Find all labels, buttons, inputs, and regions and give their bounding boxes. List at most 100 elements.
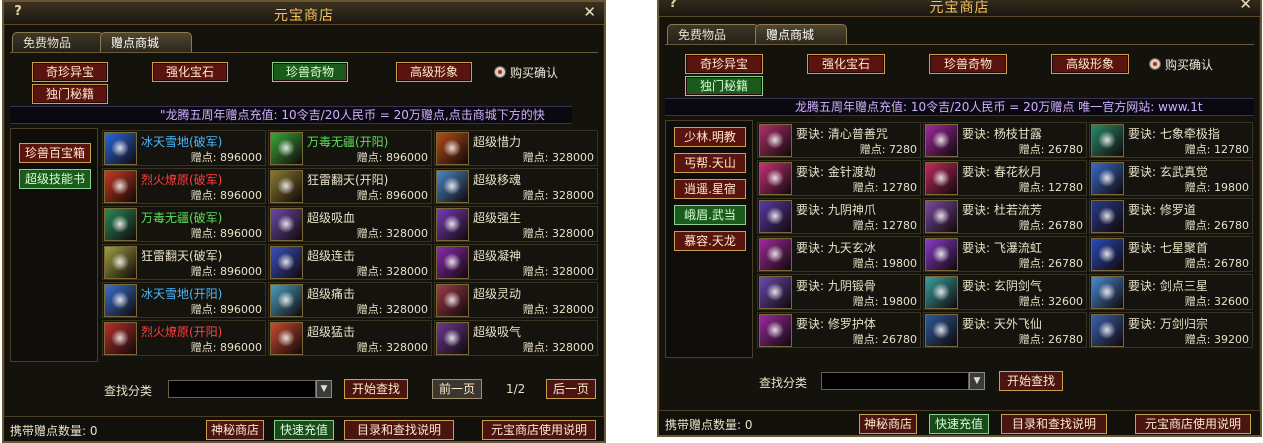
item-cell[interactable]: 要诀: 九天玄冰 赠点: 19800 xyxy=(757,236,921,272)
item-icon[interactable] xyxy=(436,322,469,355)
item-icon[interactable] xyxy=(759,124,792,157)
item-cell[interactable]: 超级惜力 赠点: 328000 xyxy=(434,130,598,166)
item-cell[interactable]: 万毒无疆(开阳) 赠点: 896000 xyxy=(268,130,432,166)
category-gems[interactable]: 强化宝石 xyxy=(152,62,228,82)
item-cell[interactable]: 要诀: 杜若流芳 赠点: 26780 xyxy=(923,198,1087,234)
chevron-down-icon[interactable]: ▼ xyxy=(969,372,985,390)
close-icon[interactable]: ✕ xyxy=(583,3,596,21)
item-cell[interactable]: 要诀: 九阴锻骨 赠点: 19800 xyxy=(757,274,921,310)
item-icon[interactable] xyxy=(270,246,303,279)
item-cell[interactable]: 冰天雪地(破军) 赠点: 896000 xyxy=(102,130,266,166)
item-icon[interactable] xyxy=(1091,200,1124,233)
item-cell[interactable]: 超级猛击 赠点: 328000 xyxy=(268,320,432,356)
category-secret-books[interactable]: 独门秘籍 xyxy=(32,84,108,104)
category-pets[interactable]: 珍兽奇物 xyxy=(929,54,1007,74)
item-cell[interactable]: 狂雷翻天(开阳) 赠点: 896000 xyxy=(268,168,432,204)
item-cell[interactable]: 超级连击 赠点: 328000 xyxy=(268,244,432,280)
tab-free-items[interactable]: 免费物品 xyxy=(12,32,104,53)
item-icon[interactable] xyxy=(925,276,958,309)
shop-instructions-button[interactable]: 元宝商店使用说明 xyxy=(1135,414,1251,434)
item-cell[interactable]: 烈火燎原(破军) 赠点: 896000 xyxy=(102,168,266,204)
category-pets[interactable]: 珍兽奇物 xyxy=(272,62,348,82)
item-icon[interactable] xyxy=(759,200,792,233)
item-cell[interactable]: 超级强生 赠点: 328000 xyxy=(434,206,598,242)
subcat-pet-treasure-box[interactable]: 珍兽百宝箱 xyxy=(19,143,91,163)
start-search-button[interactable]: 开始查找 xyxy=(999,371,1063,391)
item-icon[interactable] xyxy=(436,208,469,241)
item-icon[interactable] xyxy=(759,238,792,271)
subcat-xiaoyao-xingxiu[interactable]: 逍遥.星宿 xyxy=(674,179,746,199)
item-icon[interactable] xyxy=(436,132,469,165)
subcat-emei-wudang[interactable]: 峨眉.武当 xyxy=(674,205,746,225)
item-cell[interactable]: 要诀: 玄武真觉 赠点: 19800 xyxy=(1089,160,1253,196)
item-cell[interactable]: 万毒无疆(破军) 赠点: 896000 xyxy=(102,206,266,242)
title-bar[interactable]: ? 元宝商店 ✕ xyxy=(4,2,604,25)
purchase-confirm-radio[interactable] xyxy=(1149,58,1161,70)
item-icon[interactable] xyxy=(270,132,303,165)
item-icon[interactable] xyxy=(759,162,792,195)
item-cell[interactable]: 超级吸气 赠点: 328000 xyxy=(434,320,598,356)
item-icon[interactable] xyxy=(104,246,137,279)
item-icon[interactable] xyxy=(1091,162,1124,195)
item-icon[interactable] xyxy=(925,124,958,157)
item-cell[interactable]: 冰天雪地(开阳) 赠点: 896000 xyxy=(102,282,266,318)
item-cell[interactable]: 要诀: 清心普善咒 赠点: 7280 xyxy=(757,122,921,158)
category-secret-books[interactable]: 独门秘籍 xyxy=(685,76,763,96)
start-search-button[interactable]: 开始查找 xyxy=(344,379,408,399)
item-icon[interactable] xyxy=(436,170,469,203)
item-icon[interactable] xyxy=(270,284,303,317)
item-cell[interactable]: 要诀: 七象牵极指 赠点: 12780 xyxy=(1089,122,1253,158)
item-cell[interactable]: 要诀: 飞瀑流虹 赠点: 26780 xyxy=(923,236,1087,272)
item-cell[interactable]: 要诀: 金针渡劫 赠点: 12780 xyxy=(757,160,921,196)
item-cell[interactable]: 要诀: 天外飞仙 赠点: 26780 xyxy=(923,312,1087,348)
category-rare-treasure[interactable]: 奇珍异宝 xyxy=(32,62,108,82)
search-category-input[interactable] xyxy=(821,372,969,390)
item-icon[interactable] xyxy=(759,314,792,347)
item-cell[interactable]: 超级凝神 赠点: 328000 xyxy=(434,244,598,280)
item-cell[interactable]: 要诀: 万剑归宗 赠点: 39200 xyxy=(1089,312,1253,348)
item-cell[interactable]: 要诀: 春花秋月 赠点: 12780 xyxy=(923,160,1087,196)
item-icon[interactable] xyxy=(1091,124,1124,157)
item-icon[interactable] xyxy=(436,284,469,317)
shop-instructions-button[interactable]: 元宝商店使用说明 xyxy=(482,420,596,440)
close-icon[interactable]: ✕ xyxy=(1239,0,1252,13)
item-cell[interactable]: 要诀: 修罗护体 赠点: 26780 xyxy=(757,312,921,348)
item-cell[interactable]: 超级灵动 赠点: 328000 xyxy=(434,282,598,318)
item-icon[interactable] xyxy=(925,200,958,233)
subcat-shaolin-mingjiao[interactable]: 少林.明教 xyxy=(674,127,746,147)
item-icon[interactable] xyxy=(270,322,303,355)
item-icon[interactable] xyxy=(1091,314,1124,347)
subcat-gaibang-tianshan[interactable]: 丐帮.天山 xyxy=(674,153,746,173)
item-cell[interactable]: 超级吸血 赠点: 328000 xyxy=(268,206,432,242)
item-icon[interactable] xyxy=(104,170,137,203)
item-icon[interactable] xyxy=(925,162,958,195)
item-icon[interactable] xyxy=(759,276,792,309)
item-icon[interactable] xyxy=(104,132,137,165)
subcat-super-skill-books[interactable]: 超级技能书 xyxy=(19,169,91,189)
item-icon[interactable] xyxy=(104,284,137,317)
quick-recharge-button[interactable]: 快速充值 xyxy=(274,420,334,440)
item-icon[interactable] xyxy=(1091,276,1124,309)
item-icon[interactable] xyxy=(104,208,137,241)
chevron-down-icon[interactable]: ▼ xyxy=(316,380,332,398)
tab-points-mall[interactable]: 赠点商城 xyxy=(100,32,192,53)
item-cell[interactable]: 狂雷翻天(破军) 赠点: 896000 xyxy=(102,244,266,280)
item-cell[interactable]: 烈火燎原(开阳) 赠点: 896000 xyxy=(102,320,266,356)
item-cell[interactable]: 要诀: 修罗道 赠点: 26780 xyxy=(1089,198,1253,234)
category-appearance[interactable]: 高级形象 xyxy=(396,62,472,82)
item-icon[interactable] xyxy=(104,322,137,355)
item-icon[interactable] xyxy=(270,170,303,203)
catalog-help-button[interactable]: 目录和查找说明 xyxy=(344,420,454,440)
item-cell[interactable]: 要诀: 九阴神爪 赠点: 12780 xyxy=(757,198,921,234)
item-icon[interactable] xyxy=(925,238,958,271)
title-bar[interactable]: ? 元宝商店 ✕ xyxy=(659,0,1260,17)
prev-page-button[interactable]: 前一页 xyxy=(432,379,482,399)
purchase-confirm-radio[interactable] xyxy=(494,66,506,78)
quick-recharge-button[interactable]: 快速充值 xyxy=(929,414,989,434)
search-category-input[interactable] xyxy=(168,380,316,398)
item-icon[interactable] xyxy=(925,314,958,347)
category-rare-treasure[interactable]: 奇珍异宝 xyxy=(685,54,763,74)
tab-points-mall[interactable]: 赠点商城 xyxy=(755,24,847,45)
mystery-shop-button[interactable]: 神秘商店 xyxy=(859,414,917,434)
subcat-murong-tianlong[interactable]: 慕容.天龙 xyxy=(674,231,746,251)
